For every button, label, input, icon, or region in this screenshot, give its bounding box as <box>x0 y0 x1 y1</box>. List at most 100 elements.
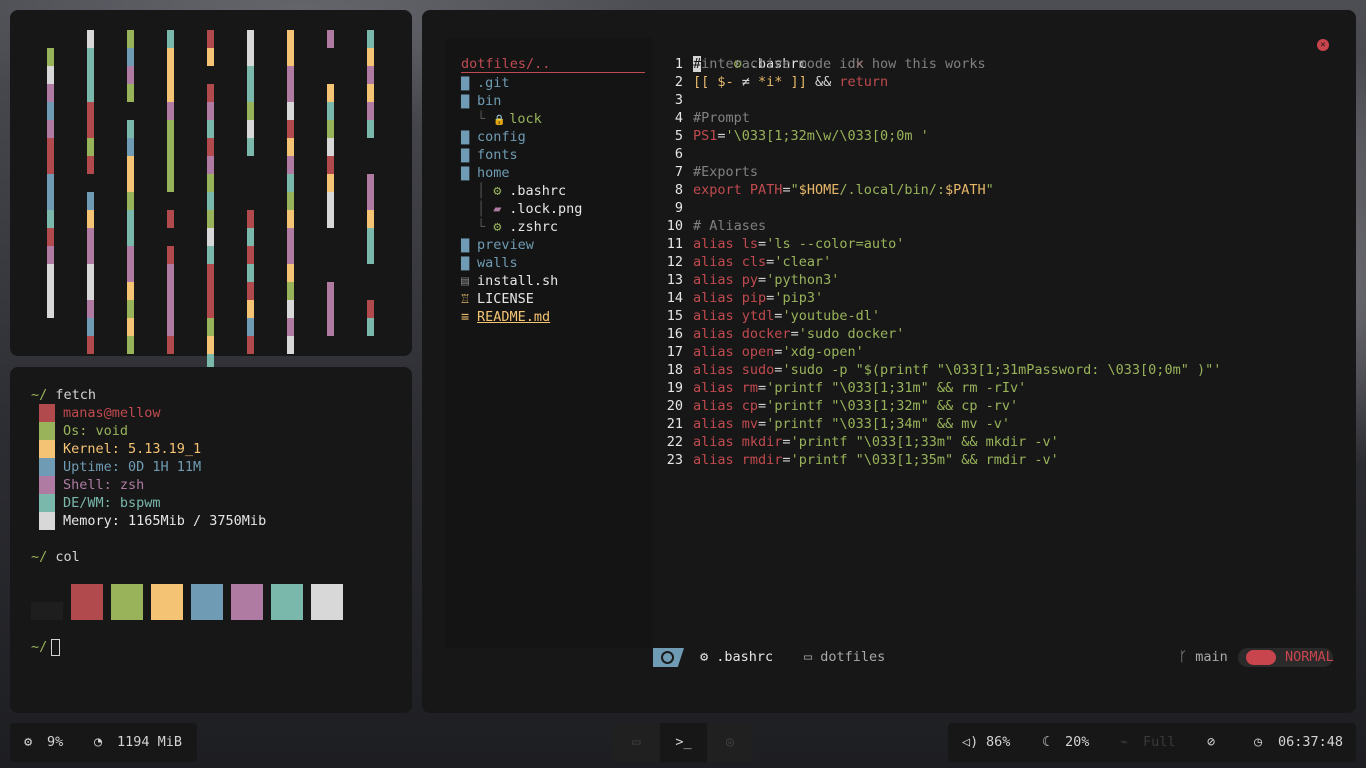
code-line[interactable]: alias rm='printf "\033[1;31m" && rm -rIv… <box>693 379 1026 397</box>
tree-item[interactable]: │ ▰ .lock.png <box>477 200 582 218</box>
palette-swatch <box>231 584 263 620</box>
line-number: 22 <box>666 434 683 450</box>
color-bar-segment <box>87 192 94 210</box>
color-bar-segment <box>247 138 254 156</box>
status-pill: ◁) 86% ☾ 20% ⌁ Full ⊘ ◷ 06:37:48 <box>948 723 1356 762</box>
tree-item[interactable]: ≡ README.md <box>461 308 550 326</box>
code-line[interactable]: [[ $- ≠ *i* ]] && return <box>693 73 888 91</box>
code-line[interactable]: alias docker='sudo docker' <box>693 325 904 343</box>
git-branch-icon: ᚴ <box>1179 649 1188 665</box>
fetch-line: DE/WM: bspwm <box>63 495 161 511</box>
line-number: 4 <box>674 110 683 126</box>
color-bar-segment <box>207 156 214 174</box>
code-line[interactable]: alias mkdir='printf "\033[1;33m" && mkdi… <box>693 433 1059 451</box>
tree-item[interactable]: ▇ fonts <box>461 146 518 164</box>
color-bar-segment <box>127 48 134 66</box>
tree-item[interactable]: └ 🔒 lock <box>477 110 542 128</box>
tree-item-label: .git <box>477 75 510 91</box>
color-bar-segment <box>167 282 174 300</box>
workspace-monitor-icon[interactable]: ▭ <box>613 723 660 762</box>
tree-item[interactable]: │ ⚙ .bashrc <box>477 182 566 200</box>
code-line[interactable]: alias mv='printf "\033[1;34m" && mv -v' <box>693 415 1010 433</box>
color-bar-segment <box>127 246 134 264</box>
fetch-line: Memory: 1165Mib / 3750Mib <box>63 513 267 529</box>
color-bar-segment <box>87 30 94 48</box>
color-bar-segment <box>247 282 254 300</box>
color-swatch <box>39 494 55 512</box>
code-line[interactable]: alias open='xdg-open' <box>693 343 864 361</box>
color-bar-segment <box>287 48 294 66</box>
battery-icon: ⌁ <box>1120 734 1129 750</box>
color-bar-segment <box>327 156 334 174</box>
color-bar-segment <box>207 174 214 192</box>
code-line[interactable]: #Prompt <box>693 109 750 127</box>
code-line[interactable]: alias sudo='sudo -p "$(printf "\033[1;31… <box>693 361 1221 379</box>
tree-item[interactable]: ♖ LICENSE <box>461 290 534 308</box>
file-tree[interactable]: dotfiles/.. ▇ .git ▇ bin └ 🔒 lock ▇ config ▇ font… <box>446 38 652 648</box>
line-number: 8 <box>674 182 683 198</box>
color-bar-segment <box>167 336 174 354</box>
code-line[interactable]: export PATH="$HOME/.local/bin/:$PATH" <box>693 181 994 199</box>
palette-swatch <box>311 584 343 620</box>
tab-bashrc[interactable]: ⚙ .bashrc ✕ <box>701 37 864 72</box>
color-bar-segment <box>207 120 214 138</box>
code-line[interactable]: alias ls='ls --color=auto' <box>693 235 904 253</box>
code-line[interactable]: PS1='\033[1;32m\w/\033[0;0m ' <box>693 127 929 145</box>
tree-item[interactable]: ▇ config <box>461 128 526 146</box>
color-bar-segment <box>327 102 334 120</box>
code-line[interactable]: alias py='python3' <box>693 271 839 289</box>
workspaces-pill[interactable]: ▭ >_ ◎ <box>613 723 753 762</box>
wifi-off-icon[interactable]: ⊘ <box>1207 723 1215 762</box>
color-bar-segment <box>167 30 174 48</box>
color-bar-segment <box>327 210 334 228</box>
color-bar-segment <box>167 120 174 138</box>
folder-icon: ▭ <box>804 649 813 665</box>
fetch-line: Kernel: 5.13.19_1 <box>63 441 202 457</box>
color-bar-segment <box>207 300 214 318</box>
editor-window[interactable]: dotfiles/.. ▇ .git ▇ bin └ 🔒 lock ▇ config ▇ font… <box>422 10 1356 713</box>
palette-swatch <box>191 584 223 620</box>
workspace-globe-icon[interactable]: ◎ <box>707 723 753 762</box>
tree-item-label: bin <box>477 93 502 109</box>
gear-icon: ⚙ <box>493 183 502 199</box>
tree-item-label: README.md <box>477 309 551 325</box>
tree-item[interactable]: └ ⚙ .zshrc <box>477 218 558 236</box>
color-bar-segment <box>127 228 134 246</box>
color-bar-segment <box>367 210 374 228</box>
input-prompt[interactable]: ~/ <box>31 638 61 656</box>
workspace-terminal-icon[interactable]: >_ <box>660 723 707 762</box>
color-bar-segment <box>247 336 254 354</box>
tree-item[interactable]: ▇ home <box>461 164 510 182</box>
color-bar-segment <box>287 66 294 84</box>
color-bar-segment <box>367 246 374 264</box>
tree-item[interactable]: ▇ walls <box>461 254 518 272</box>
code-line[interactable]: #Exports <box>693 163 758 181</box>
tree-item[interactable]: ▇ .git <box>461 74 510 92</box>
gear-icon: ⚙ <box>493 219 502 235</box>
code-line[interactable]: alias rmdir='printf "\033[1;35m" && rmdi… <box>693 451 1059 469</box>
file-tree-title[interactable]: dotfiles/.. <box>461 55 645 73</box>
color-bar-segment <box>287 228 294 246</box>
color-bar-segment <box>367 30 374 48</box>
code-line[interactable]: # Aliases <box>693 217 766 235</box>
tree-item[interactable]: ▇ bin <box>461 92 501 110</box>
tree-item[interactable]: ▤ install.sh <box>461 272 558 290</box>
color-bar-segment <box>127 264 134 282</box>
color-bar-segment <box>87 84 94 102</box>
tree-item[interactable]: ▇ preview <box>461 236 534 254</box>
color-bar-segment <box>287 210 294 228</box>
col-command-line: ~/ col <box>31 549 80 565</box>
color-bar-segment <box>287 174 294 192</box>
terminal-window[interactable]: ~/ fetch manas@mellow Os: void Kernel: 5.1… <box>10 367 412 713</box>
code-line[interactable]: alias cls='clear' <box>693 253 831 271</box>
volume-icon[interactable]: ◁) <box>962 723 978 762</box>
folder-icon: ▇ <box>461 129 470 145</box>
code-line[interactable]: alias ytdl='youtube-dl' <box>693 307 880 325</box>
line-number: 23 <box>666 452 683 468</box>
code-line[interactable]: alias cp='printf "\033[1;32m" && cp -rv' <box>693 397 1018 415</box>
code-line[interactable]: #interactive mode idk how this works <box>693 55 986 73</box>
close-window-icon[interactable]: ✕ <box>1317 39 1329 51</box>
color-bar-segment <box>127 174 134 192</box>
code-line[interactable]: alias pip='pip3' <box>693 289 823 307</box>
image-icon: ▰ <box>493 201 502 217</box>
